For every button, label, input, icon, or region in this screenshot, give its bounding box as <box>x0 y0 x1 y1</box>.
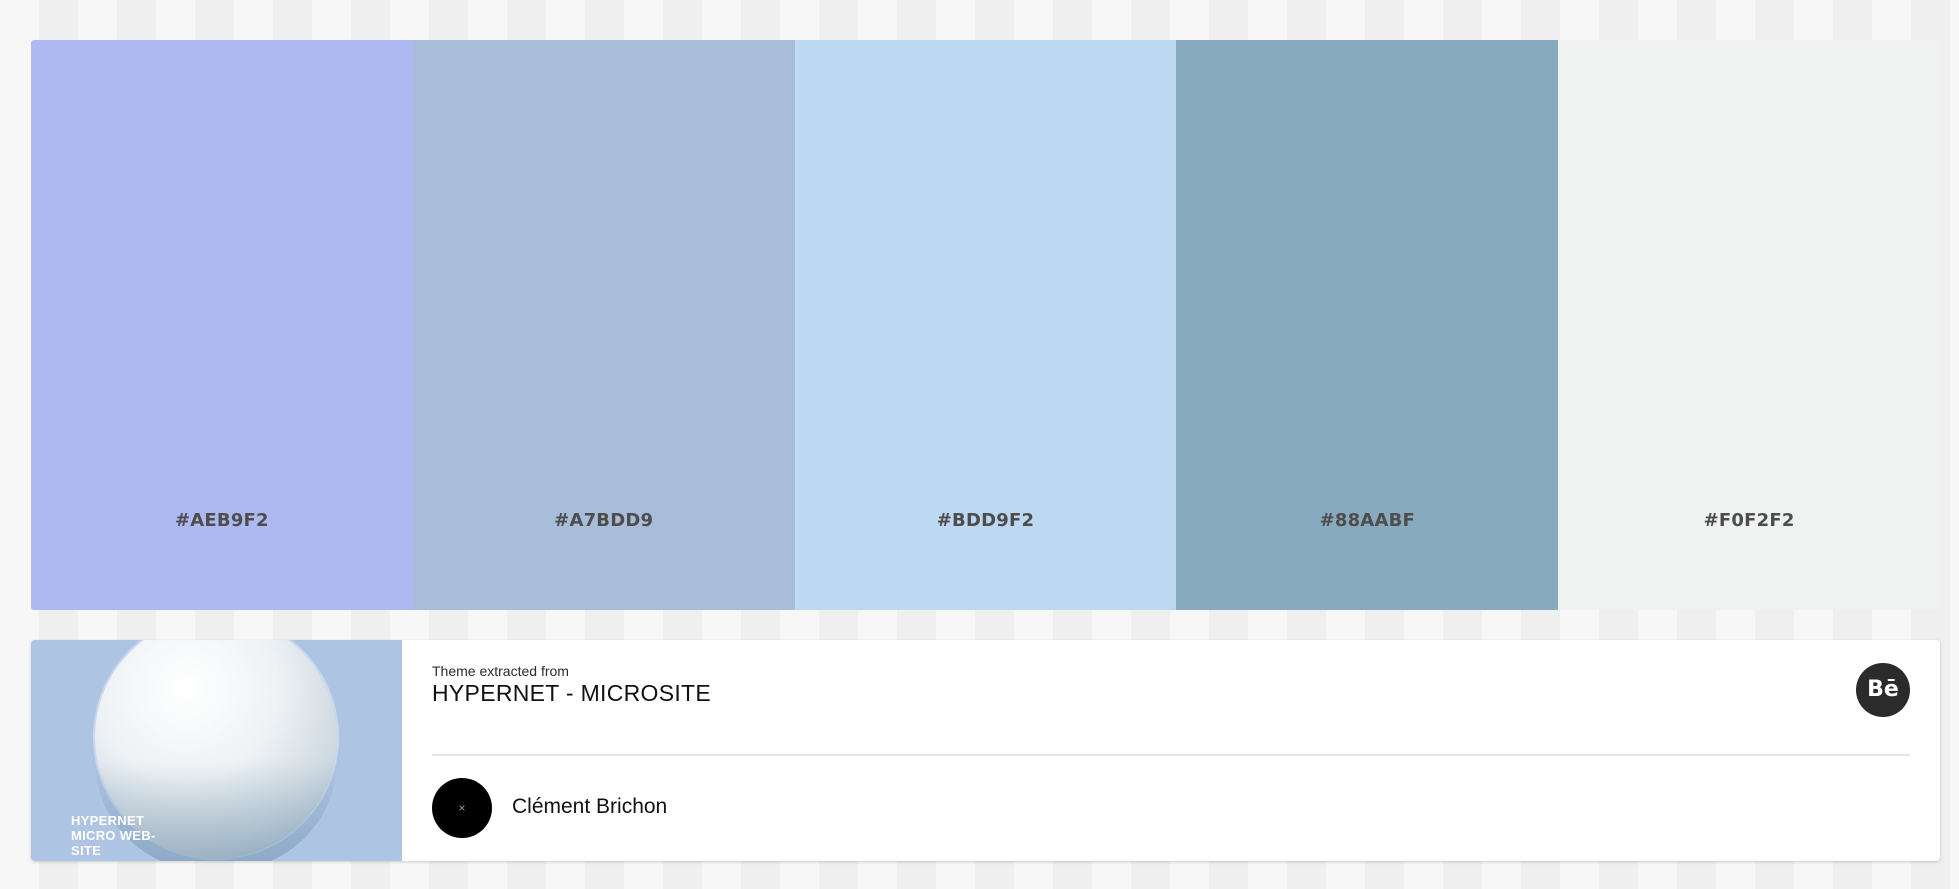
project-title[interactable]: HYPERNET - MICROSITE <box>432 680 711 707</box>
swatch-hex-label: #F0F2F2 <box>1703 510 1795 531</box>
color-palette: #AEB9F2 #A7BDD9 #BDD9F2 #88AABF #F0F2F2 <box>31 40 1940 610</box>
project-thumbnail[interactable]: HYPERNET MICRO WEB-SITE <box>31 640 402 861</box>
swatch-hex-label: #BDD9F2 <box>936 510 1035 531</box>
swatch-2[interactable]: #A7BDD9 <box>412 40 795 610</box>
theme-source-caption: Theme extracted from <box>432 663 569 679</box>
author-name[interactable]: Clément Brichon <box>512 795 667 819</box>
swatch-3[interactable]: #BDD9F2 <box>794 40 1177 610</box>
divider <box>432 754 1910 756</box>
swatch-hex-label: #AEB9F2 <box>175 510 269 531</box>
thumbnail-caption: HYPERNET MICRO WEB-SITE <box>71 813 156 858</box>
author-avatar[interactable]: × <box>432 778 492 838</box>
behance-icon[interactable]: Bē <box>1856 663 1910 717</box>
swatch-1[interactable]: #AEB9F2 <box>31 40 413 610</box>
swatch-hex-label: #A7BDD9 <box>554 510 654 531</box>
swatch-5[interactable]: #F0F2F2 <box>1558 40 1940 610</box>
swatch-hex-label: #88AABF <box>1319 510 1415 531</box>
source-card: HYPERNET MICRO WEB-SITE Theme extracted … <box>31 640 1940 861</box>
swatch-4[interactable]: #88AABF <box>1176 40 1559 610</box>
